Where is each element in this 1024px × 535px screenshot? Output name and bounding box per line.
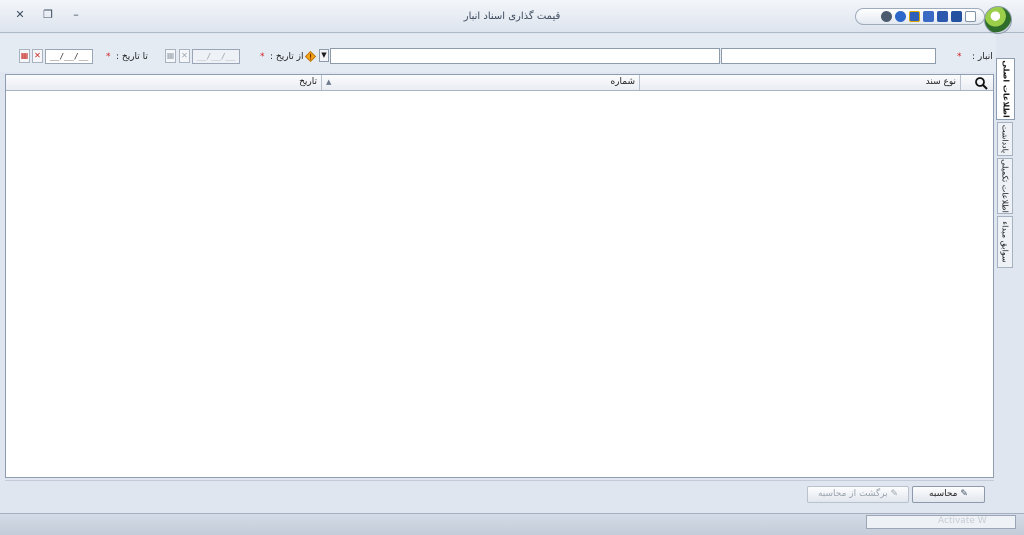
- side-tabs: اطلاعات اصلی یادداشت اطلاعات تکمیلی سواب…: [996, 34, 1024, 512]
- status-bar: Activate W: [0, 513, 1024, 535]
- tab-notes[interactable]: یادداشت: [997, 122, 1013, 156]
- column-header-date[interactable]: تاریخ: [6, 75, 322, 90]
- quick-access-toolbar: [855, 8, 985, 25]
- warehouse-label: انبار :: [972, 52, 993, 62]
- new-document-icon[interactable]: [965, 11, 976, 22]
- warehouse-code-input[interactable]: [721, 48, 936, 64]
- tab-main-info[interactable]: اطلاعات اصلی: [996, 58, 1015, 120]
- to-date-input[interactable]: __/__/__: [45, 49, 93, 64]
- tag-icon: ✎: [960, 489, 968, 499]
- revert-calculation-button[interactable]: ✎ برگشت از محاسبه: [807, 486, 909, 503]
- to-date-label: تا تاریخ :: [116, 52, 148, 62]
- to-date-required-mark: *: [106, 52, 111, 62]
- to-date-calendar-icon[interactable]: ▦: [19, 49, 30, 63]
- warehouse-required-mark: *: [957, 52, 962, 62]
- column-header-number[interactable]: شماره ▲: [322, 75, 640, 90]
- warning-icon[interactable]: [305, 51, 316, 62]
- action-bar: ✎ محاسبه ✎ برگشت از محاسبه: [5, 480, 994, 511]
- from-date-label: از تاریخ :: [270, 52, 304, 62]
- info-icon[interactable]: [881, 11, 892, 22]
- tab-additional-info[interactable]: اطلاعات تکمیلی: [997, 158, 1013, 214]
- from-date-calendar-icon[interactable]: ▦: [165, 49, 176, 63]
- column-header-doc-type[interactable]: نوع سند: [640, 75, 961, 90]
- save-close-icon[interactable]: [937, 11, 948, 22]
- tag-disabled-icon: ✎: [890, 489, 899, 499]
- save-as-icon[interactable]: [923, 11, 934, 22]
- documents-grid[interactable]: نوع سند شماره ▲ تاریخ: [5, 74, 994, 478]
- help-icon[interactable]: [895, 11, 906, 22]
- from-date-clear-button[interactable]: ✕: [179, 49, 190, 63]
- to-date-clear-button[interactable]: ✕: [32, 49, 43, 63]
- warehouse-name-input[interactable]: [330, 48, 720, 64]
- app-logo[interactable]: [984, 6, 1012, 34]
- search-icon[interactable]: [974, 76, 988, 90]
- print-icon[interactable]: [909, 11, 920, 22]
- filter-bar: * انبار : * از تاریخ : __/__/__ ✕ ▦ * تا…: [0, 34, 996, 72]
- tab-source-history[interactable]: سوابق مبداء: [997, 216, 1013, 268]
- save-icon[interactable]: [951, 11, 962, 22]
- calculate-button[interactable]: ✎ محاسبه: [912, 486, 985, 503]
- from-date-input[interactable]: __/__/__: [192, 49, 240, 64]
- grid-header: نوع سند شماره ▲ تاریخ: [6, 75, 993, 91]
- warehouse-dropdown-button[interactable]: ▼: [319, 49, 329, 62]
- from-date-required-mark: *: [260, 52, 265, 62]
- sort-ascending-icon: ▲: [326, 78, 332, 86]
- title-bar: ✕ ❐ – قیمت گذاری اسناد انبار: [0, 0, 1024, 34]
- activation-watermark: Activate W: [938, 516, 987, 526]
